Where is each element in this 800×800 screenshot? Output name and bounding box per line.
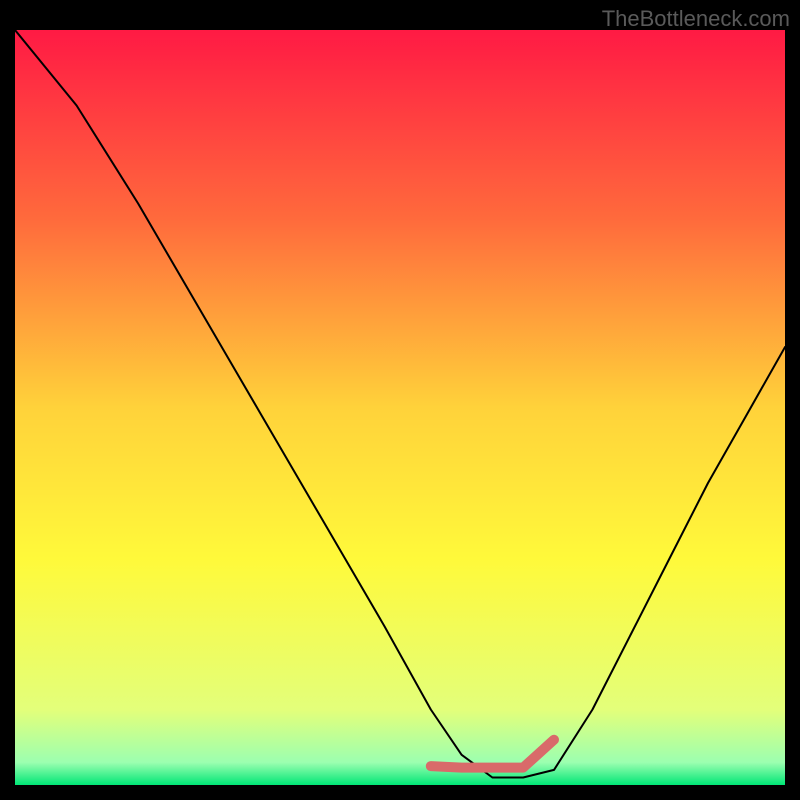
watermark-text: TheBottleneck.com [602, 6, 790, 32]
chart-plot-area [15, 30, 785, 785]
chart-svg [15, 30, 785, 785]
chart-background [15, 30, 785, 785]
